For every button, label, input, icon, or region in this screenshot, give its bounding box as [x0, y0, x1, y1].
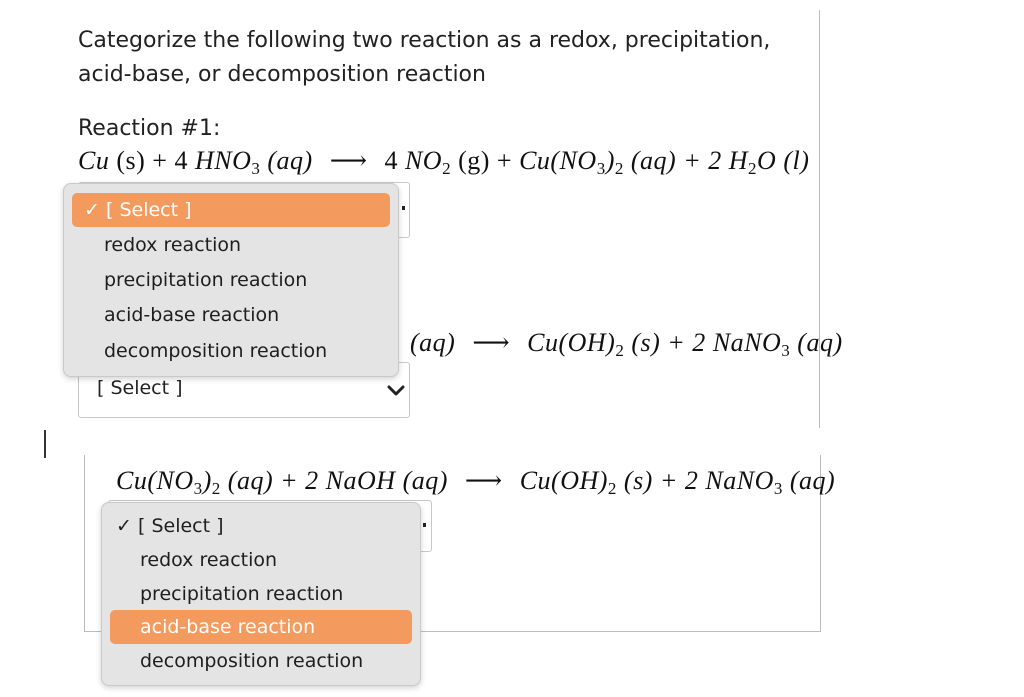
question-line-2: acid-base, or decomposition reaction — [78, 62, 486, 87]
reaction-2-select-caret — [423, 523, 426, 527]
reaction-2-equation: Cu(NO3)2 (aq) + 2 NaOH (aq) ⟶ Cu(OH)2 (s… — [116, 466, 836, 498]
reaction-1-option-redox[interactable]: redox reaction — [104, 228, 241, 262]
reaction-1-equation: Cu (s) + 4 HNO3 (aq) ⟶ 4 NO2 (g) + Cu(NO… — [78, 146, 810, 178]
check-icon: ✓ — [116, 515, 132, 537]
reaction-1-label: Reaction #1: — [78, 116, 221, 141]
reaction-1-option-precipitation[interactable]: precipitation reaction — [104, 263, 307, 297]
reaction-2-dropdown-menu: ✓[ Select ] redox reaction precipitation… — [101, 502, 421, 686]
reaction-1-option-select[interactable]: ✓[ Select ] — [72, 193, 390, 227]
panel-right-border — [819, 10, 820, 428]
chevron-down-icon — [387, 385, 405, 396]
reaction-2-option-select[interactable]: ✓[ Select ] — [116, 509, 224, 543]
text-cursor — [44, 430, 46, 458]
reaction-1-option-acid-base[interactable]: acid-base reaction — [104, 298, 279, 332]
panel2-left-border — [84, 455, 85, 632]
reaction-2-option-decomposition[interactable]: decomposition reaction — [140, 644, 363, 678]
check-icon: ✓ — [84, 199, 100, 221]
reaction-1-option-decomposition[interactable]: decomposition reaction — [104, 334, 327, 368]
reaction-2-option-precipitation[interactable]: precipitation reaction — [140, 577, 343, 611]
reaction-2-option-acid-base[interactable]: acid-base reaction — [110, 610, 412, 644]
reaction-2-partial-select-value: [ Select ] — [97, 377, 183, 399]
question-line-1: Categorize the following two reaction as… — [78, 28, 771, 53]
reaction-2-partial-equation: (aq) ⟶ Cu(OH)2 (s) + 2 NaNO3 (aq) — [410, 328, 843, 360]
reaction-2-option-redox[interactable]: redox reaction — [140, 543, 277, 577]
reaction-1-select-caret — [402, 206, 405, 210]
reaction-1-dropdown-menu: ✓[ Select ] redox reaction precipitation… — [63, 183, 399, 377]
